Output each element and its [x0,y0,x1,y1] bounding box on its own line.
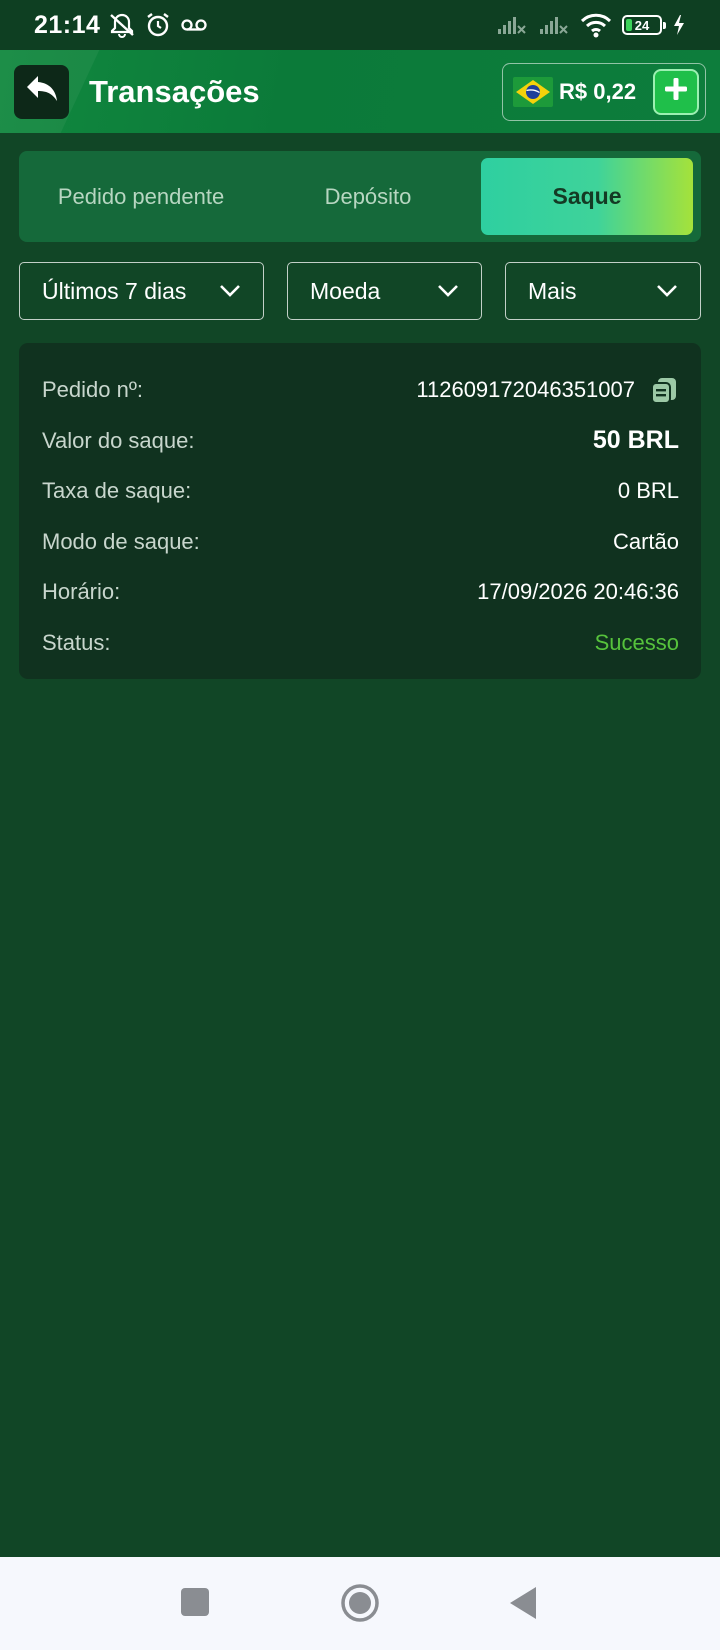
filter-bar: Últimos 7 dias Moeda Mais [0,262,720,320]
status-bar: 21:14 24 [0,0,720,50]
period-label: Últimos 7 dias [42,277,187,304]
chevron-down-icon [656,284,678,298]
copy-icon[interactable] [649,375,679,405]
time-value: 17/09/2026 20:46:36 [477,579,679,605]
alarm-icon [144,11,172,39]
fee-value: 0 BRL [617,478,679,504]
transaction-tabs: Pedido pendente Depósito Saque [19,151,701,242]
transaction-card: Pedido nº: 112609172046351007 Valor do s… [19,343,701,679]
mode-value: Cartão [612,528,679,554]
signal-off-icon [496,13,528,37]
amount-value: 50 BRL [592,426,679,455]
add-funds-button[interactable] [653,68,699,115]
period-dropdown[interactable]: Últimos 7 dias [19,262,264,320]
status-label: Status: [42,629,111,655]
recent-apps-button[interactable] [180,1587,210,1617]
amount-label: Valor do saque: [42,427,195,453]
time-label: Horário: [42,579,121,605]
plus-icon [663,76,689,107]
brazil-flag-icon [513,73,553,111]
page-title: Transações [89,73,260,109]
chevron-down-icon [219,284,241,298]
wifi-icon [580,12,612,38]
status-time: 21:14 [34,10,101,39]
tab-withdrawal[interactable]: Saque [481,158,693,235]
order-row: Pedido nº: 112609172046351007 [42,365,679,416]
back-nav-button[interactable] [508,1585,538,1621]
home-button[interactable] [340,1583,380,1623]
tab-deposit[interactable]: Depósito [255,158,481,235]
signal-off-icon [538,13,570,37]
chevron-down-icon [437,284,459,298]
currency-label: Moeda [310,277,381,304]
order-number: 112609172046351007 [416,377,635,403]
currency-dropdown[interactable]: Moeda [287,262,482,320]
battery-icon: 24 [622,15,666,35]
tab-pending-orders[interactable]: Pedido pendente [27,158,255,235]
mode-label: Modo de saque: [42,528,200,554]
balance-amount: R$ 0,22 [559,78,637,104]
charging-icon [672,14,686,36]
more-label: Mais [528,277,577,304]
amount-row: Valor do saque: 50 BRL [42,416,679,467]
fee-row: Taxa de saque: 0 BRL [42,466,679,517]
mode-row: Modo de saque: Cartão [42,517,679,568]
system-nav-bar [0,1557,720,1650]
balance-box[interactable]: R$ 0,22 [502,62,706,121]
muted-bell-icon [108,12,136,38]
time-row: Horário: 17/09/2026 20:46:36 [42,567,679,618]
voicemail-icon [180,15,208,35]
status-row: Status: Sucesso [42,618,679,669]
more-dropdown[interactable]: Mais [505,262,701,320]
back-button[interactable] [14,64,69,119]
order-value-group: 112609172046351007 [416,375,679,405]
status-value: Sucesso [594,629,679,655]
fee-label: Taxa de saque: [42,478,192,504]
battery-level: 24 [634,17,650,33]
order-label: Pedido nº: [42,377,143,403]
reply-arrow-icon [24,72,60,111]
app-header: Transações R$ 0,22 [0,50,720,133]
